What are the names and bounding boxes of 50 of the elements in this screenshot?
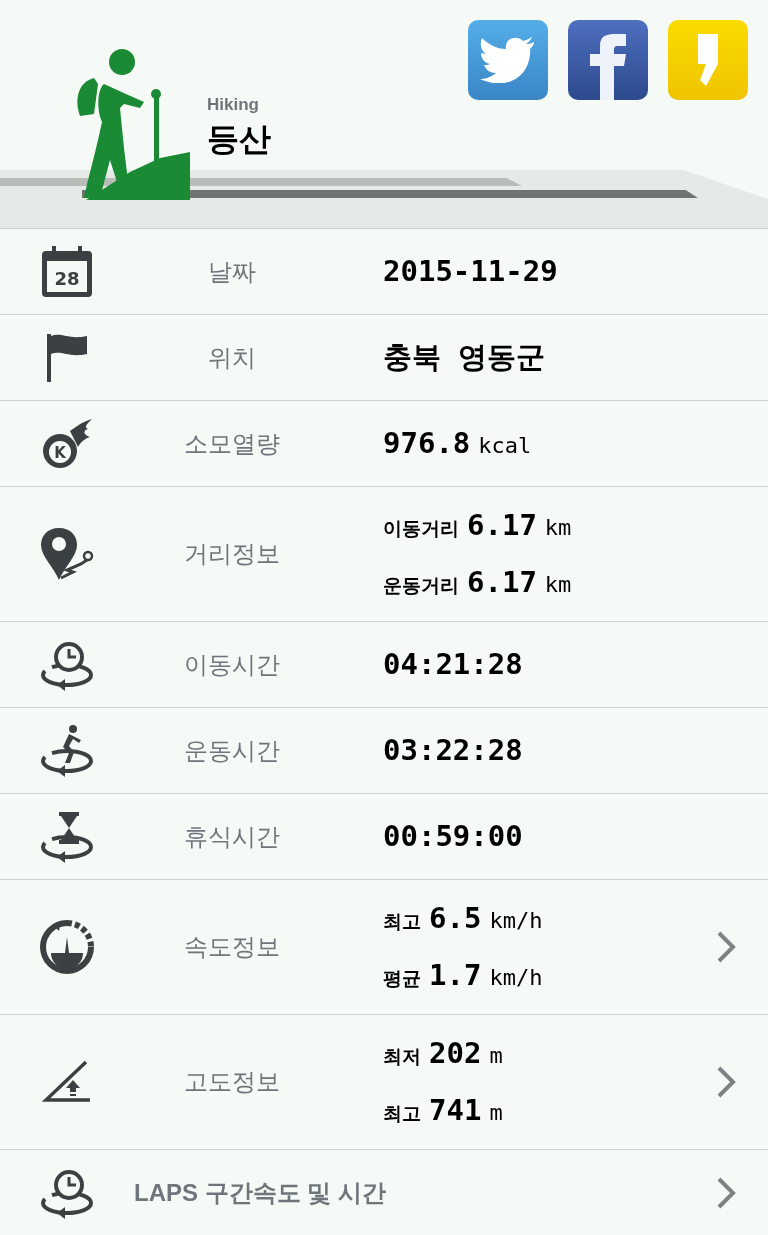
- row-value: 00:59:00: [383, 817, 523, 855]
- unit-label: km: [544, 571, 572, 599]
- chevron-right-icon: [716, 930, 736, 964]
- sub-label: 이동거리: [383, 516, 459, 541]
- row-value: 741: [429, 1092, 482, 1129]
- row-label: 운동시간: [184, 735, 280, 766]
- row-label: 소모열량: [184, 428, 280, 459]
- activity-subtitle: Hiking: [207, 94, 260, 116]
- sub-label: 운동거리: [383, 574, 459, 598]
- row-value: 202: [429, 1034, 482, 1072]
- row-label: 고도정보: [184, 1067, 280, 1097]
- row-value: 충북 영동군: [383, 338, 546, 376]
- bird-icon: [480, 37, 536, 83]
- row-label: 이동시간: [184, 649, 280, 680]
- map-pin-route-icon: [39, 526, 95, 582]
- speedometer-icon: [39, 919, 95, 975]
- row-label: 휴식시간: [184, 821, 280, 852]
- row-label: 위치: [208, 342, 256, 373]
- sub-label: 최고: [383, 1102, 421, 1126]
- row-label: 속도정보: [184, 932, 280, 962]
- unit-label: m: [489, 1041, 503, 1070]
- laps-link[interactable]: LAPS 구간속도 및 시간: [134, 1175, 386, 1211]
- row-value: 6.17: [467, 564, 537, 601]
- row-value: 2015-11-29: [383, 252, 558, 290]
- comma-icon: [696, 34, 720, 86]
- unit-label: km/h: [489, 906, 543, 935]
- twitter-share-button[interactable]: [468, 20, 548, 100]
- sub-label: 평균: [383, 967, 421, 991]
- chevron-right-icon: [716, 1065, 736, 1099]
- unit-label: kcal: [478, 431, 532, 460]
- elevation-slope-icon: [42, 1060, 92, 1104]
- facebook-share-button[interactable]: [568, 20, 648, 100]
- activity-title: 등산: [207, 120, 271, 160]
- sub-label: 최고: [383, 909, 421, 934]
- row-label: 거리정보: [184, 539, 280, 569]
- unit-label: km: [544, 513, 572, 542]
- row-value: 1.7: [429, 957, 482, 994]
- row-value: 03:22:28: [383, 731, 523, 769]
- f-logo-icon: [588, 34, 628, 100]
- unit-label: km/h: [489, 964, 543, 992]
- flag-icon: [45, 333, 89, 382]
- sub-label: 최저: [383, 1044, 421, 1069]
- row-value: 976.8: [383, 424, 471, 462]
- row-value: 6.5: [429, 899, 482, 937]
- row-value: 6.17: [467, 506, 537, 544]
- runner-loop-icon: [39, 722, 95, 779]
- row-value: 04:21:28: [383, 645, 523, 683]
- unit-label: m: [489, 1099, 503, 1127]
- chevron-right-icon: [716, 1176, 736, 1210]
- row-label: 날짜: [208, 256, 256, 287]
